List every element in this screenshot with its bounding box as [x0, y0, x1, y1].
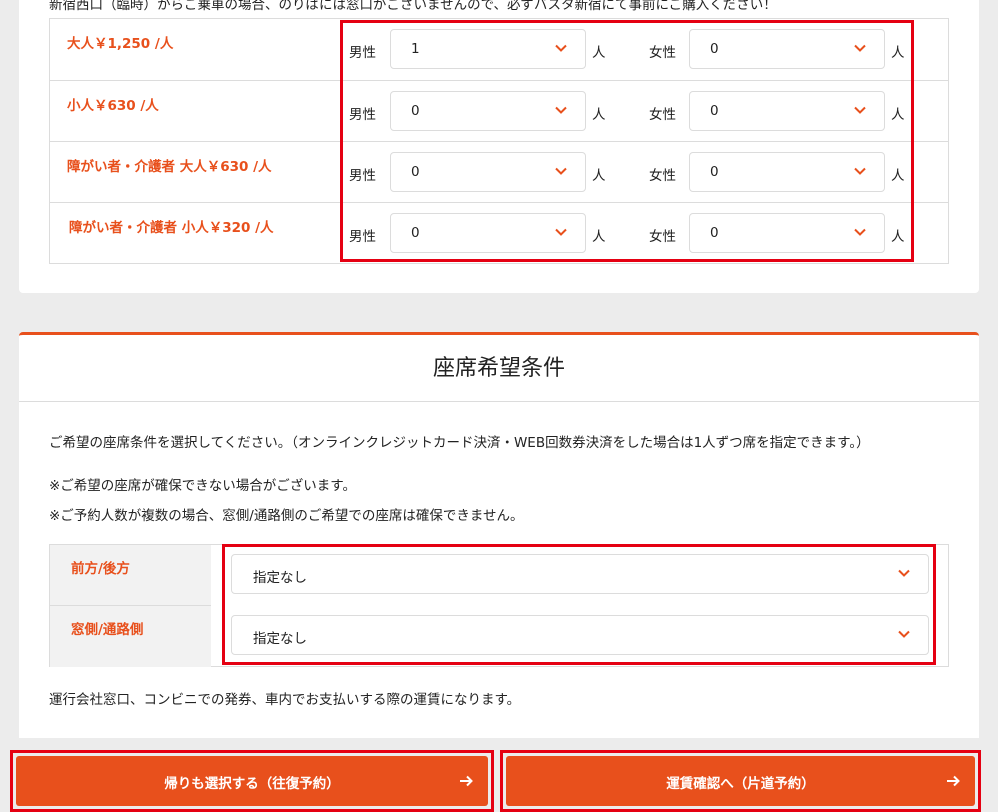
select-value: 0 [710, 225, 719, 241]
seat-label-cell: 前方/後方 [50, 545, 211, 606]
male-label: 男性 [349, 229, 376, 245]
unit-label: 人 [592, 45, 606, 61]
female-label: 女性 [649, 45, 676, 61]
arrow-right-icon [947, 775, 960, 787]
male-count-select[interactable]: 0 [390, 152, 586, 192]
fare-row: 大人￥1,250 /人 男性 1 人 女性 0 人 [50, 19, 948, 80]
chevron-down-icon [854, 106, 866, 114]
chevron-down-icon [898, 630, 910, 638]
male-count-select[interactable]: 0 [390, 91, 586, 131]
male-count-select[interactable]: 1 [390, 29, 586, 69]
seat-row-front-back: 前方/後方 指定なし [50, 545, 948, 606]
chevron-down-icon [555, 106, 567, 114]
seat-intro: ご希望の座席条件を選択してください。（オンラインクレジットカード決済・WEB回数… [49, 435, 870, 451]
seat-label: 前方/後方 [71, 561, 130, 577]
chevron-down-icon [854, 44, 866, 52]
female-count-select[interactable]: 0 [689, 152, 885, 192]
select-value: 0 [710, 164, 719, 180]
female-count-select[interactable]: 0 [689, 213, 885, 253]
fare-label: 小人￥630 /人 [67, 98, 159, 114]
window-aisle-select[interactable]: 指定なし [231, 615, 929, 655]
unit-label: 人 [891, 107, 905, 123]
arrow-right-icon [460, 775, 473, 787]
female-count-select[interactable]: 0 [689, 91, 885, 131]
seat-row-window-aisle: 窓側/通路側 指定なし [50, 606, 948, 667]
select-value: 0 [411, 164, 420, 180]
unit-label: 人 [891, 168, 905, 184]
select-value: 0 [710, 41, 719, 57]
seat-section-title: 座席希望条件 [432, 356, 565, 381]
male-label: 男性 [349, 45, 376, 61]
chevron-down-icon [555, 167, 567, 175]
female-label: 女性 [649, 107, 676, 123]
male-label: 男性 [349, 107, 376, 123]
one-way-button[interactable]: 運賃確認へ（片道予約） [506, 756, 975, 806]
front-back-select[interactable]: 指定なし [231, 554, 929, 594]
seat-note: ※ご予約人数が複数の場合、窓側/通路側のご希望での座席は確保できません。 [49, 508, 524, 524]
button-label: 帰りも選択する（往復予約） [164, 776, 340, 792]
male-label: 男性 [349, 168, 376, 184]
female-label: 女性 [649, 229, 676, 245]
select-value: 指定なし [253, 570, 307, 586]
title-divider [19, 401, 979, 402]
male-count-select[interactable]: 0 [390, 213, 586, 253]
chevron-down-icon [854, 228, 866, 236]
seat-note: ※ご希望の座席が確保できない場合がございます。 [49, 478, 356, 494]
select-value: 1 [411, 41, 420, 57]
chevron-down-icon [898, 569, 910, 577]
seat-label-cell: 窓側/通路側 [50, 606, 211, 667]
chevron-down-icon [854, 167, 866, 175]
seat-card: 座席希望条件 [19, 332, 979, 738]
fare-row: 障がい者・介護者 大人￥630 /人 男性 0 人 女性 0 人 [50, 141, 948, 202]
chevron-down-icon [555, 228, 567, 236]
unit-label: 人 [592, 168, 606, 184]
fare-label: 障がい者・介護者 大人￥630 /人 [67, 159, 272, 175]
fare-row: 小人￥630 /人 男性 0 人 女性 0 人 [50, 80, 948, 141]
button-label: 運賃確認へ（片道予約） [666, 776, 815, 792]
select-value: 0 [411, 103, 420, 119]
fare-label: 大人￥1,250 /人 [67, 36, 174, 52]
fare-row: 障がい者・介護者 小人￥320 /人 男性 0 人 女性 0 人 [50, 202, 948, 263]
unit-label: 人 [592, 107, 606, 123]
fare-footer-note: 運行会社窓口、コンビニでの発券、車内でお支払いする際の運賃になります。 [49, 692, 521, 708]
select-value: 0 [710, 103, 719, 119]
fare-table: 大人￥1,250 /人 男性 1 人 女性 0 人 小人￥630 /人 男性 0… [49, 18, 949, 264]
round-trip-button[interactable]: 帰りも選択する（往復予約） [16, 756, 488, 806]
select-value: 指定なし [253, 631, 307, 647]
unit-label: 人 [592, 229, 606, 245]
female-label: 女性 [649, 168, 676, 184]
select-value: 0 [411, 225, 420, 241]
fare-label: 障がい者・介護者 小人￥320 /人 [69, 220, 274, 236]
female-count-select[interactable]: 0 [689, 29, 885, 69]
seat-table: 前方/後方 指定なし 窓側/通路側 指定なし [49, 544, 949, 667]
unit-label: 人 [891, 229, 905, 245]
seat-label: 窓側/通路側 [71, 622, 144, 638]
unit-label: 人 [891, 45, 905, 61]
notice-text: 新宿西口（臨時）からご乗車の場合、のりばには窓口がございませんので、必ずバスタ新… [49, 0, 777, 13]
chevron-down-icon [555, 44, 567, 52]
